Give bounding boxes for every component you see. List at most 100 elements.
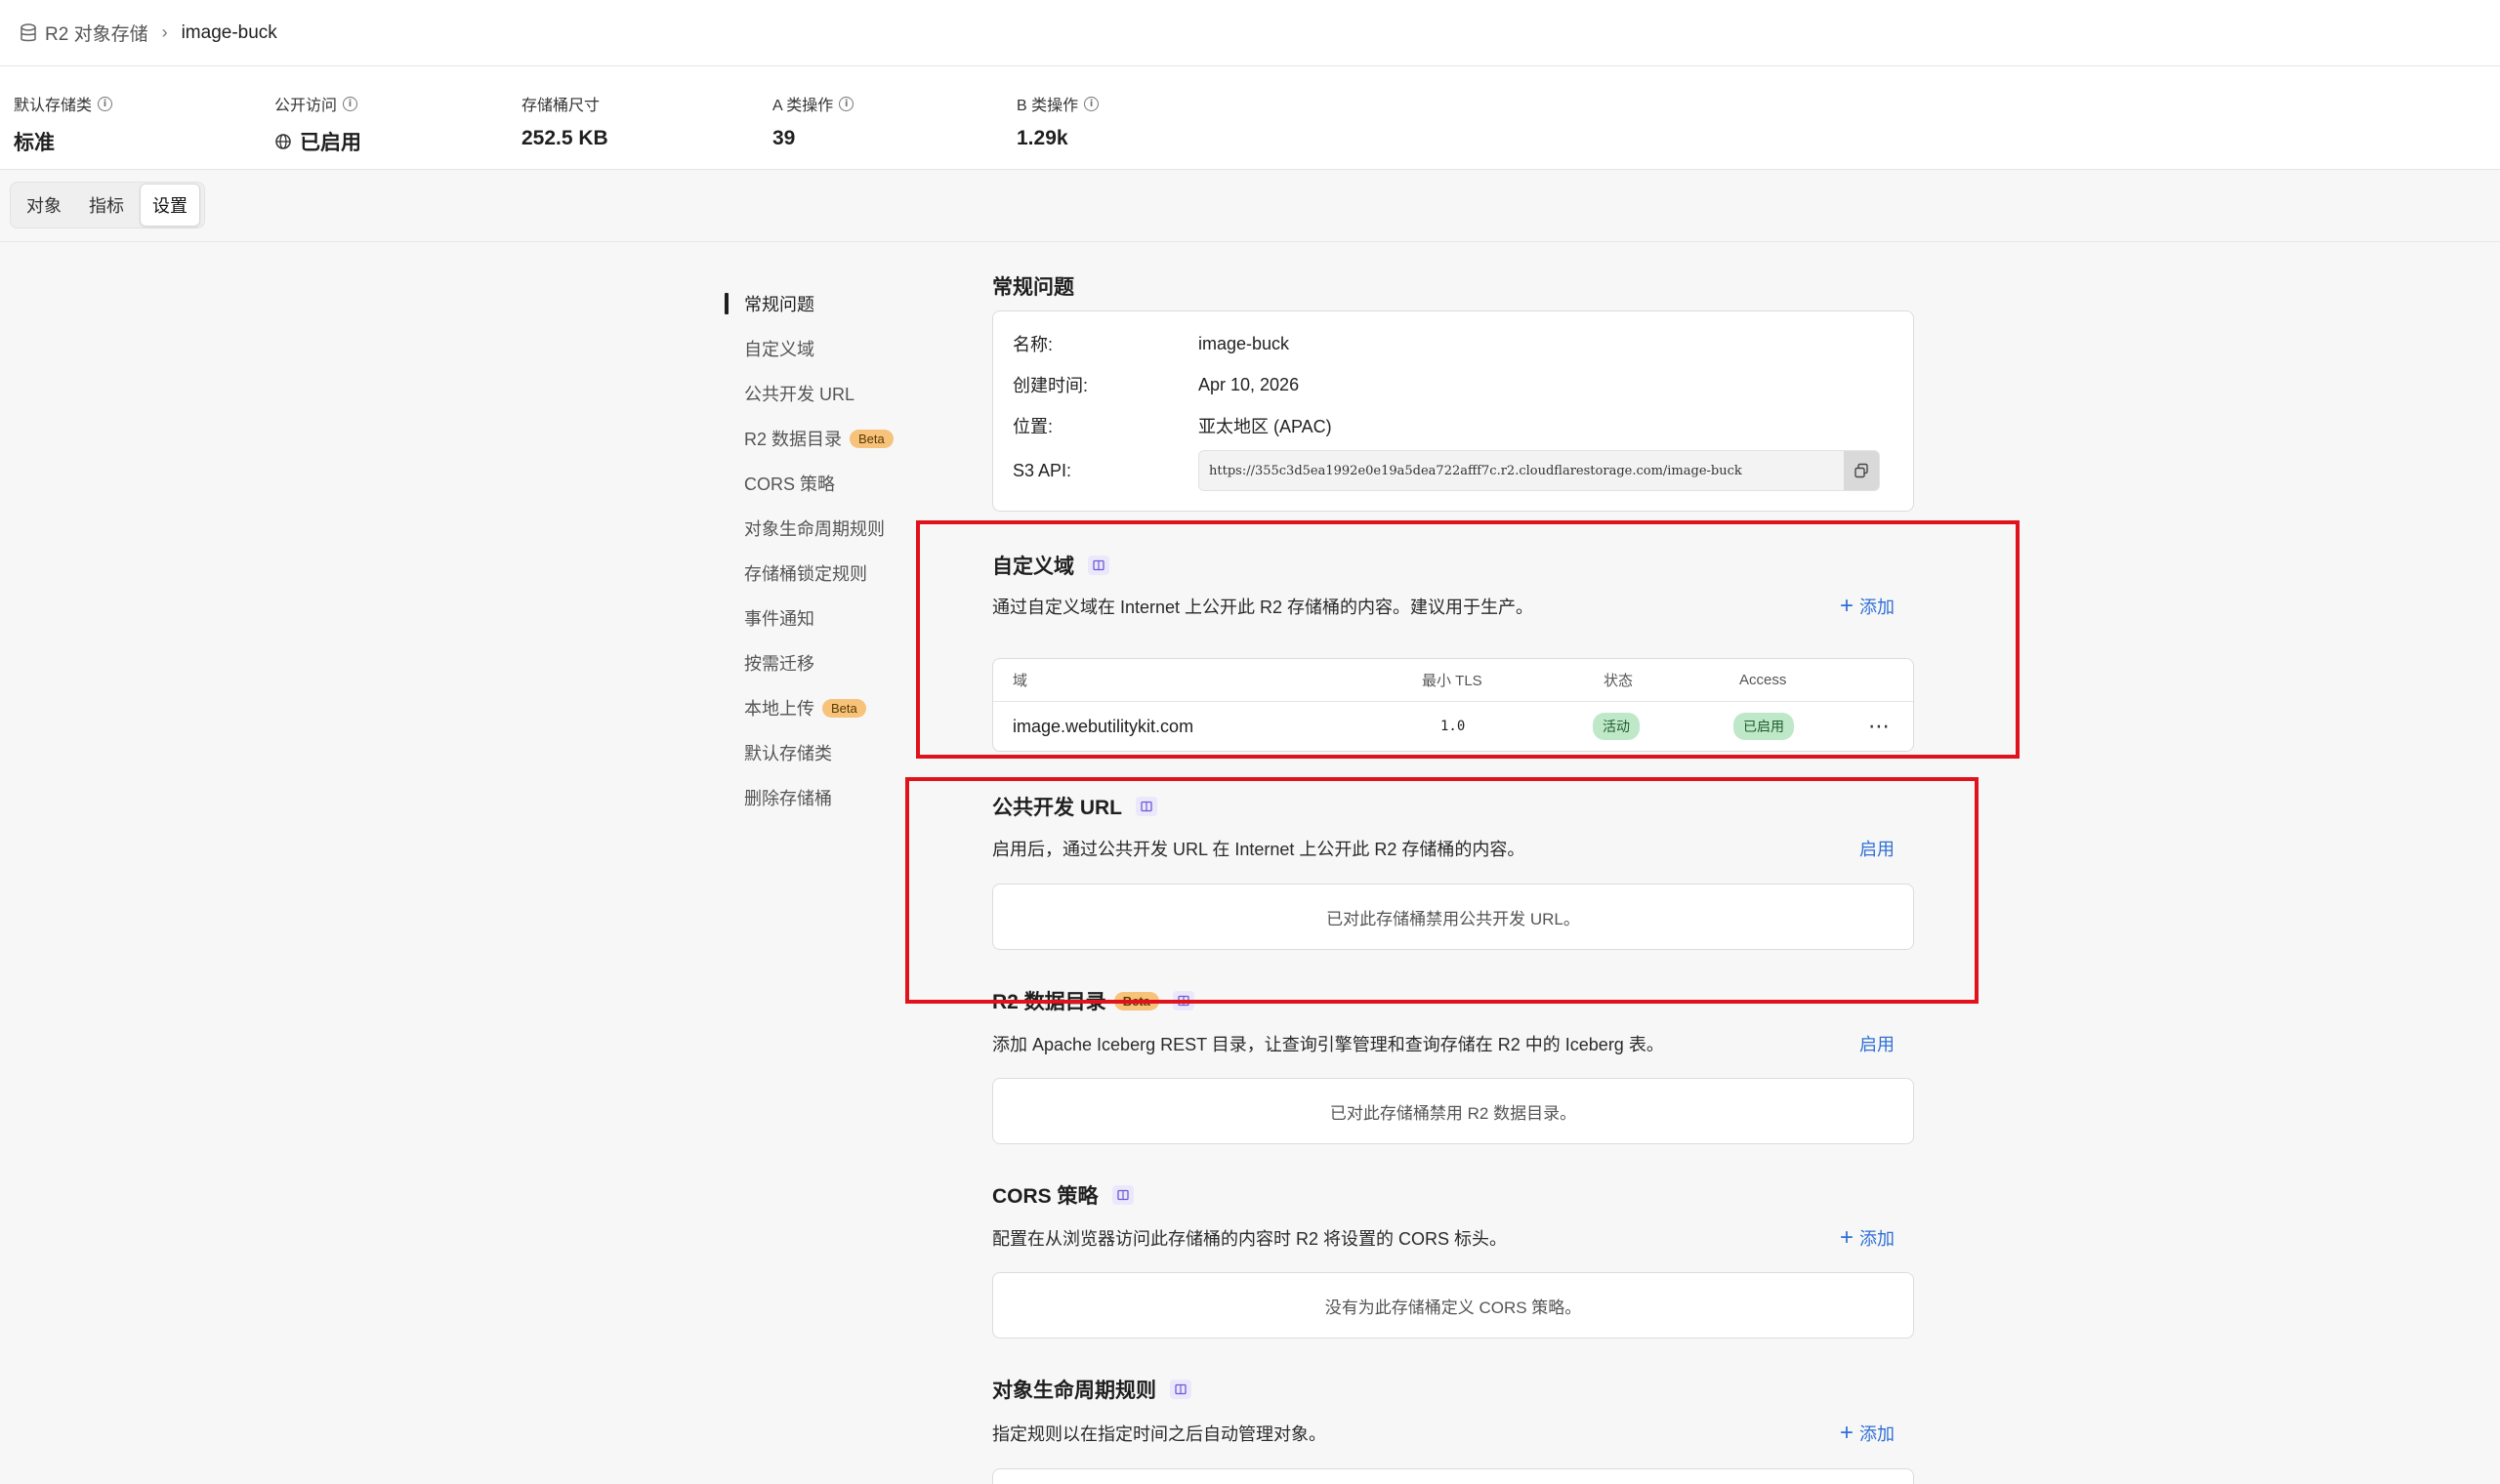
bucket-stats: 默认存储类 i 标准 公开访问 i 已启用 存储桶尺寸 252.5 KB A 类操作… bbox=[0, 66, 2500, 170]
data-catalog-empty-card: 已对此存储桶禁用 R2 数据目录。 bbox=[992, 1078, 1914, 1144]
cors-desc-row: 配置在从浏览器访问此存储桶的内容时 R2 将设置的 CORS 标头。 + 添加 bbox=[992, 1225, 1914, 1251]
section-title-general: 常规问题 bbox=[992, 276, 1074, 299]
section-title-cors: CORS 策略 bbox=[992, 1180, 1134, 1210]
copy-button[interactable] bbox=[1844, 451, 1879, 490]
nav-item-label: 公共开发 URL bbox=[744, 385, 855, 404]
plus-icon: + bbox=[1839, 1224, 1854, 1251]
kv-created: 创建时间: Apr 10, 2026 bbox=[1013, 364, 1894, 405]
nav-item-public-dev-url[interactable]: 公共开发 URL bbox=[725, 371, 920, 416]
stat-value: 1.29k bbox=[1017, 127, 1068, 149]
kv-value: Apr 10, 2026 bbox=[1198, 374, 1300, 394]
nav-item-migration[interactable]: 按需迁移 bbox=[725, 640, 920, 685]
stat-class-b-ops: B 类操作 i 1.29k bbox=[1017, 92, 1100, 150]
nav-item-label: 对象生命周期规则 bbox=[744, 519, 885, 539]
nav-item-default-storage-class[interactable]: 默认存储类 bbox=[725, 730, 920, 775]
database-icon bbox=[21, 22, 36, 41]
tab-objects[interactable]: 对象 bbox=[15, 185, 73, 226]
stat-value: 39 bbox=[772, 127, 796, 149]
info-icon[interactable]: i bbox=[1084, 96, 1100, 111]
annotation-box-custom-domain bbox=[916, 520, 2020, 759]
kv-label: 名称: bbox=[1013, 335, 1054, 354]
cors-empty-card: 没有为此存储桶定义 CORS 策略。 bbox=[992, 1272, 1914, 1339]
kv-location: 位置: 亚太地区 (APAC) bbox=[1013, 405, 1894, 446]
kv-label: S3 API: bbox=[1013, 460, 1072, 480]
stat-label: 公开访问 bbox=[274, 98, 338, 114]
nav-item-label: 按需迁移 bbox=[744, 654, 814, 674]
nav-item-general[interactable]: 常规问题 bbox=[725, 281, 920, 326]
section-title-lifecycle: 对象生命周期规则 bbox=[992, 1375, 1191, 1404]
stat-public-access: 公开访问 i 已启用 bbox=[274, 92, 361, 156]
nav-item-label: 常规问题 bbox=[744, 295, 814, 314]
nav-item-label: 本地上传 bbox=[744, 699, 814, 719]
nav-item-bucket-lock[interactable]: 存储桶锁定规则 bbox=[725, 551, 920, 596]
breadcrumb-current: image-buck bbox=[181, 21, 277, 43]
kv-value: 亚太地区 (APAC) bbox=[1198, 417, 1332, 436]
docs-icon[interactable] bbox=[1111, 1185, 1134, 1205]
kv-label: 创建时间: bbox=[1013, 376, 1089, 395]
action-label: 添加 bbox=[1859, 1424, 1895, 1444]
stat-bucket-size: 存储桶尺寸 252.5 KB bbox=[521, 92, 608, 150]
enable-data-catalog-button[interactable]: 启用 bbox=[1859, 1031, 1914, 1056]
nav-item-event-notifications[interactable]: 事件通知 bbox=[725, 596, 920, 640]
lifecycle-table bbox=[992, 1468, 1914, 1484]
nav-item-data-catalog[interactable]: R2 数据目录 Beta bbox=[725, 416, 920, 461]
breadcrumb-root-label: R2 对象存储 bbox=[45, 24, 148, 45]
nav-item-label: 自定义域 bbox=[744, 340, 814, 359]
stat-label: B 类操作 bbox=[1017, 98, 1079, 114]
add-cors-button[interactable]: + 添加 bbox=[1840, 1225, 1914, 1251]
nav-item-cors[interactable]: CORS 策略 bbox=[725, 461, 920, 506]
nav-item-label: 存储桶锁定规则 bbox=[744, 564, 867, 584]
nav-item-label: CORS 策略 bbox=[744, 474, 836, 494]
info-icon[interactable]: i bbox=[98, 96, 113, 111]
kv-s3-api: S3 API: https://355c3d5ea1992e0e19a5dea7… bbox=[1013, 450, 1894, 491]
info-icon[interactable]: i bbox=[343, 96, 358, 111]
action-label: 启用 bbox=[1859, 1035, 1895, 1054]
tab-list: 对象 指标 设置 bbox=[10, 182, 205, 228]
breadcrumb-chevron-icon: › bbox=[161, 22, 168, 42]
stat-storage-class: 默认存储类 i 标准 bbox=[14, 92, 113, 156]
empty-state-text: 没有为此存储桶定义 CORS 策略。 bbox=[1324, 1298, 1582, 1317]
kv-name: 名称: image-buck bbox=[1013, 323, 1894, 364]
breadcrumb-root-link[interactable]: R2 对象存储 bbox=[20, 20, 148, 46]
kv-label: 位置: bbox=[1013, 417, 1054, 436]
nav-item-local-upload[interactable]: 本地上传 Beta bbox=[725, 685, 920, 730]
data-catalog-desc-row: 添加 Apache Iceberg REST 目录，让查询引擎管理和查询存储在 … bbox=[992, 1031, 1914, 1056]
stat-value: 252.5 KB bbox=[521, 127, 608, 149]
stat-label: 存储桶尺寸 bbox=[521, 98, 601, 114]
action-label: 添加 bbox=[1859, 1229, 1895, 1249]
beta-badge: Beta bbox=[822, 698, 866, 718]
section-title-text: 对象生命周期规则 bbox=[992, 1380, 1156, 1402]
nav-item-label: 默认存储类 bbox=[744, 744, 832, 763]
stat-label: 默认存储类 bbox=[14, 98, 93, 114]
nav-item-custom-domain[interactable]: 自定义域 bbox=[725, 326, 920, 371]
breadcrumb: R2 对象存储 › image-buck bbox=[0, 0, 2500, 66]
nav-item-label: 事件通知 bbox=[744, 609, 814, 629]
nav-item-label: R2 数据目录 bbox=[744, 430, 843, 449]
beta-badge: Beta bbox=[850, 429, 894, 448]
tabs-strip: 对象 指标 设置 bbox=[0, 170, 2500, 242]
stat-value: 标准 bbox=[14, 132, 55, 154]
section-description: 配置在从浏览器访问此存储桶的内容时 R2 将设置的 CORS 标头。 bbox=[992, 1229, 1508, 1249]
docs-icon[interactable] bbox=[1170, 1380, 1191, 1399]
section-description: 指定规则以在指定时间之后自动管理对象。 bbox=[992, 1424, 1326, 1444]
s3-api-url: https://355c3d5ea1992e0e19a5dea722afff7c… bbox=[1209, 463, 1742, 478]
tab-metrics[interactable]: 指标 bbox=[77, 185, 136, 226]
section-description: 添加 Apache Iceberg REST 目录，让查询引擎管理和查询存储在 … bbox=[992, 1035, 1664, 1054]
annotation-box-public-dev-url bbox=[905, 777, 1979, 1004]
copy-icon bbox=[1854, 463, 1868, 478]
nav-item-label: 删除存储桶 bbox=[744, 789, 832, 808]
stat-label: A 类操作 bbox=[772, 98, 834, 114]
info-icon[interactable]: i bbox=[839, 96, 854, 111]
nav-item-delete-bucket[interactable]: 删除存储桶 bbox=[725, 775, 920, 820]
settings-nav: 常规问题 自定义域 公共开发 URL R2 数据目录 Beta CORS 策略 对… bbox=[725, 281, 920, 820]
stat-value: 已启用 bbox=[300, 132, 361, 154]
stat-class-a-ops: A 类操作 i 39 bbox=[772, 92, 854, 150]
nav-item-lifecycle[interactable]: 对象生命周期规则 bbox=[725, 506, 920, 551]
kv-value: image-buck bbox=[1198, 333, 1290, 353]
globe-icon bbox=[275, 134, 291, 149]
add-lifecycle-rule-button[interactable]: + 添加 bbox=[1840, 1421, 1914, 1446]
lifecycle-desc-row: 指定规则以在指定时间之后自动管理对象。 + 添加 bbox=[992, 1421, 1914, 1446]
tab-settings[interactable]: 设置 bbox=[140, 184, 200, 227]
section-title-text: CORS 策略 bbox=[992, 1185, 1099, 1208]
s3-api-field[interactable]: https://355c3d5ea1992e0e19a5dea722afff7c… bbox=[1198, 450, 1880, 491]
